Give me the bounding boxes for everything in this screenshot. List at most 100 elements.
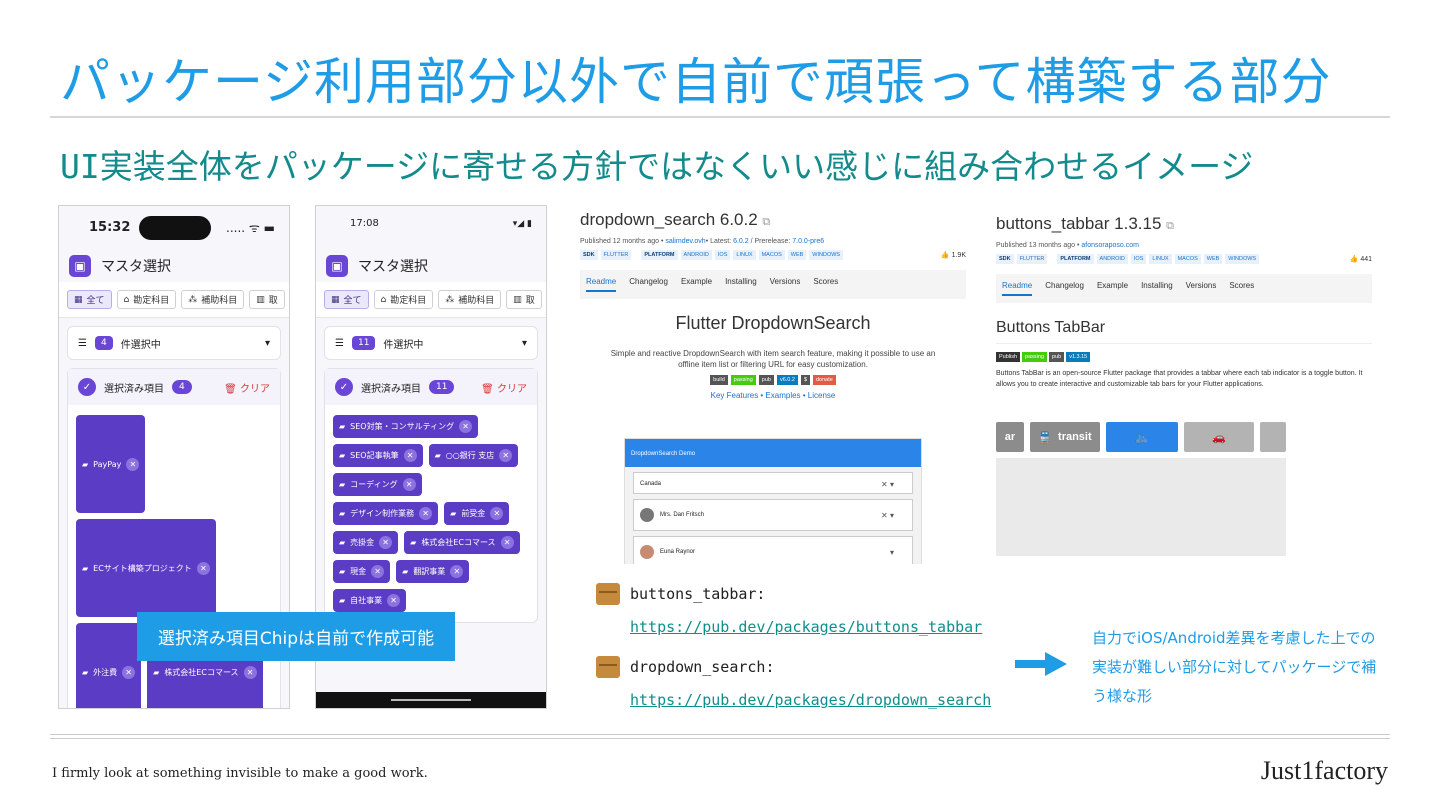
tab-versions[interactable]: Versions — [1186, 281, 1217, 296]
dropdown-link-label: dropdown_search: — [596, 656, 775, 678]
chip-label: 売掛金 — [350, 538, 375, 547]
copy-icon[interactable]: ⧉ — [762, 216, 770, 228]
chip-remove-icon[interactable]: ✕ — [450, 565, 464, 578]
clear-button[interactable]: 🗑 クリア — [481, 380, 527, 395]
platform-tag[interactable]: ANDROID — [1096, 254, 1128, 264]
platform-tag[interactable]: LINUX — [733, 250, 756, 260]
readme-title: Flutter DropdownSearch — [675, 313, 871, 333]
chip-remove-icon[interactable]: ✕ — [126, 457, 140, 471]
tab-partial[interactable]: ar — [996, 422, 1024, 452]
tab-installing[interactable]: Installing — [1141, 281, 1173, 296]
tab-partial-right[interactable] — [1260, 422, 1286, 452]
platform-tags: SDK FLUTTER PLATFORM ANDROID IOS LINUX MACOS WE… — [996, 254, 1372, 264]
home-handle[interactable] — [391, 699, 471, 701]
tab-scores[interactable]: Scores — [813, 277, 838, 292]
clear-button[interactable]: 🗑 クリア — [224, 380, 270, 395]
package-nav: Readme Changelog Example Installing Versions… — [996, 274, 1372, 303]
chip-remove-icon[interactable]: ✕ — [490, 507, 504, 520]
slide-title: パッケージ利用部分以外で自前で頑張って構築する部分 — [60, 53, 1332, 111]
platform-tag[interactable]: SDK — [996, 254, 1014, 264]
dropdown-url[interactable]: https://pub.dev/packages/dropdown_search — [630, 691, 991, 709]
latest-version-link[interactable]: 6.0.2 — [733, 238, 749, 245]
selected-label: 件選択中 — [120, 339, 161, 351]
title-divider — [50, 116, 1390, 118]
likes-count: 👍 441 — [1349, 256, 1372, 263]
selection-summary[interactable]: ☰ 4 件選択中 ▾ — [67, 326, 281, 360]
publisher-link[interactable]: salimdev.ovh — [665, 238, 705, 245]
copy-icon[interactable]: ⧉ — [1166, 220, 1174, 232]
platform-tag[interactable]: PLATFORM — [1057, 254, 1094, 264]
tab-sub-account[interactable]: ⁂ 補助科目 — [181, 290, 245, 309]
chip-remove-icon[interactable]: ✕ — [371, 565, 385, 578]
buttons-tabbar-package-page: buttons_tabbar 1.3.15 ⧉ Published 13 mon… — [996, 214, 1372, 556]
chip-remove-icon[interactable]: ✕ — [419, 507, 433, 520]
tab-sub-account[interactable]: ⁂ 補助科目 — [438, 290, 502, 309]
tab-all[interactable]: ▦ 全て — [67, 290, 112, 309]
publisher-link[interactable]: afonsoraposo.com — [1081, 242, 1139, 249]
car-icon: 🚗 — [1212, 431, 1226, 444]
tab-versions[interactable]: Versions — [770, 277, 801, 292]
chip-remove-icon[interactable]: ✕ — [500, 536, 514, 549]
tab-scores[interactable]: Scores — [1229, 281, 1254, 296]
prerelease-link[interactable]: 7.0.0-pre6 — [792, 238, 824, 245]
platform-tag[interactable]: PLATFORM — [641, 250, 678, 260]
tab-bike[interactable]: 🚲 — [1106, 422, 1178, 452]
tab-car[interactable]: 🚗 — [1184, 422, 1254, 452]
tab-changelog[interactable]: Changelog — [629, 277, 668, 292]
tab-partner[interactable]: ▥ 取 — [506, 290, 542, 309]
chip-label: 外注費 — [93, 667, 118, 677]
readme-links[interactable]: Key Features • Examples • License — [580, 391, 966, 400]
tab-readme[interactable]: Readme — [1002, 281, 1033, 296]
chip-remove-icon[interactable]: ✕ — [243, 665, 257, 679]
platform-tag[interactable]: ANDROID — [680, 250, 712, 260]
readme-badge: Publish — [996, 352, 1021, 362]
platform-tag[interactable]: SDK — [580, 250, 598, 260]
tab-changelog[interactable]: Changelog — [1045, 281, 1084, 296]
list-icon: ☰ — [335, 337, 344, 349]
close-icon: ✕ ▾ — [881, 480, 894, 489]
platform-tag[interactable]: IOS — [714, 250, 731, 260]
demo-appbar: DropdownSearch Demo — [625, 439, 921, 467]
chip-header: 選択済み項目 — [361, 383, 421, 395]
tab-account[interactable]: ⌂ 勘定科目 — [373, 290, 434, 309]
selected-chip: ▰ ○○銀行 支店 ✕ — [428, 444, 519, 467]
platform-tag[interactable]: WINDOWS — [809, 250, 844, 260]
platform-tag[interactable]: IOS — [1130, 254, 1147, 264]
tag-icon: ▰ — [339, 567, 346, 576]
chip-label: PayPay — [93, 459, 122, 469]
chip-remove-icon[interactable]: ✕ — [387, 594, 401, 607]
platform-tag[interactable]: MACOS — [758, 250, 785, 260]
tab-example[interactable]: Example — [1097, 281, 1128, 296]
chip-remove-icon[interactable]: ✕ — [196, 561, 210, 575]
list-icon: ☰ — [78, 337, 87, 349]
readme-badge: pub — [1049, 352, 1065, 362]
chip-remove-icon[interactable]: ✕ — [402, 478, 416, 491]
tab-transit[interactable]: 🚆 transit — [1030, 422, 1100, 452]
platform-tag[interactable]: WEB — [787, 250, 807, 260]
chip-remove-icon[interactable]: ✕ — [403, 449, 417, 462]
tab-all[interactable]: ▦ 全て — [324, 290, 369, 309]
platform-tag[interactable]: WINDOWS — [1225, 254, 1260, 264]
android-nav-bar — [316, 692, 546, 708]
tab-account[interactable]: ⌂ 勘定科目 — [116, 290, 177, 309]
platform-tag[interactable]: FLUTTER — [600, 250, 632, 260]
package-meta: Published 13 months ago • afonsoraposo.c… — [996, 242, 1139, 249]
chip-remove-icon[interactable]: ✕ — [379, 536, 393, 549]
tab-readme[interactable]: Readme — [586, 277, 617, 292]
platform-tag[interactable]: WEB — [1203, 254, 1223, 264]
chip-remove-icon[interactable]: ✕ — [122, 665, 136, 679]
chip-remove-icon[interactable]: ✕ — [459, 420, 473, 433]
tab-example[interactable]: Example — [681, 277, 712, 292]
tab-partner[interactable]: ▥ 取 — [249, 290, 285, 309]
tabbar-url[interactable]: https://pub.dev/packages/buttons_tabbar — [630, 618, 982, 636]
train-icon: 🚆 — [1038, 431, 1053, 444]
platform-tag[interactable]: FLUTTER — [1016, 254, 1048, 264]
chip-remove-icon[interactable]: ✕ — [499, 449, 513, 462]
selection-summary[interactable]: ☰ 11 件選択中 ▾ — [324, 326, 538, 360]
tag-icon: ▰ — [339, 480, 346, 489]
platform-tag[interactable]: MACOS — [1174, 254, 1201, 264]
callout-box: 選択済み項目Chipは自前で作成可能 — [137, 612, 455, 661]
platform-tag[interactable]: LINUX — [1149, 254, 1172, 264]
tab-installing[interactable]: Installing — [725, 277, 757, 292]
check-icon: ✓ — [335, 378, 353, 396]
